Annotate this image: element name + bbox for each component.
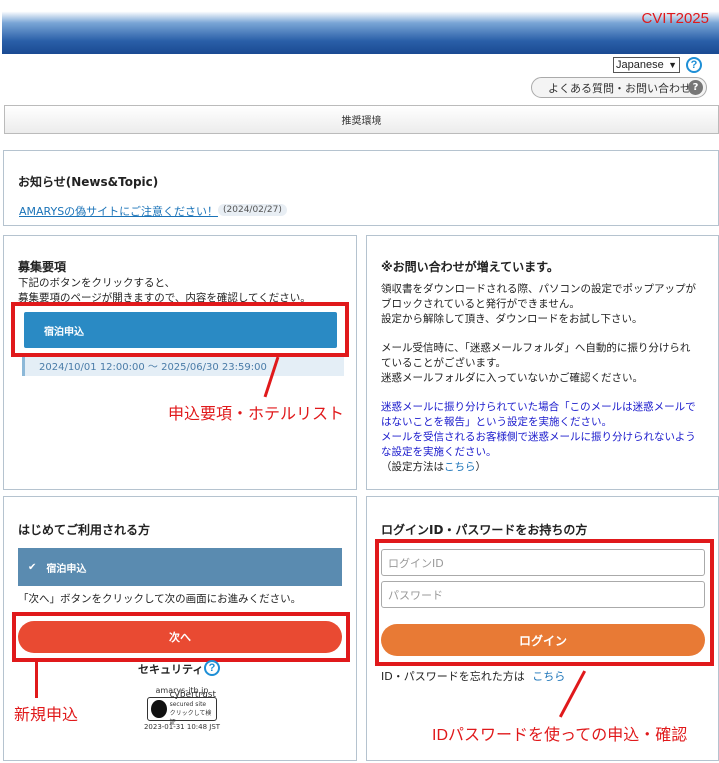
question-icon: ? [688, 80, 703, 95]
language-value: Japanese [616, 59, 664, 71]
security-text: セキュリティ [138, 663, 204, 676]
annotation-box-login [375, 539, 714, 666]
seal-logo-icon [151, 700, 167, 718]
notice-p2-line-3: 迷惑メールフォルダに入っていないかご確認ください。 [381, 372, 643, 384]
notice-title: ※お問い合わせが増えています。 [381, 260, 559, 274]
security-help-icon[interactable]: ? [204, 660, 220, 676]
recruit-panel: 募集要項 下記のボタンをクリックすると、 募集要項のページが開きますので、内容を… [3, 235, 357, 490]
recruit-desc-1: 下記のボタンをクリックすると、 [18, 277, 176, 289]
chevron-down-icon: ▼ [668, 60, 677, 70]
annotation-new: 新規申込 [14, 707, 79, 724]
first-time-title: はじめてご利用される方 [18, 523, 151, 537]
seal-sub: secured site [169, 701, 207, 708]
faq-label: よくある質問・お問い合わせ [548, 81, 691, 95]
recruit-period: 2024/10/01 12:00:00 ～ 2025/06/30 23:59:0… [22, 354, 344, 376]
news-title: お知らせ(News&Topic) [18, 175, 159, 189]
notice-how-suffix: ） [475, 461, 487, 473]
seal-name: cybertrust [169, 690, 216, 700]
env-label: 推奨環境 [341, 116, 382, 127]
notice-p1-line-2: ブロックされていると発行ができません。 [381, 298, 580, 310]
notice-panel: ※お問い合わせが増えています。 領収書をダウンロードされる際、パソコンの設定でポ… [366, 235, 719, 490]
annotation-login: IDパスワードを使っての申込・確認 [432, 727, 688, 744]
cybertrust-seal[interactable]: amarys-jtb.jp cybertrust secured site クリ… [142, 686, 222, 740]
accommodation-option[interactable]: ✔ 宿泊申込 [18, 548, 342, 586]
security-label: セキュリティ [138, 661, 203, 677]
recommended-env-bar[interactable]: 推奨環境 [4, 105, 719, 134]
news-link[interactable]: AMARYSの偽サイトにご注意ください！ [19, 203, 218, 219]
accommodation-option-label: 宿泊申込 [46, 563, 87, 575]
notice-p1-line-1: 領収書をダウンロードされる際、パソコンの設定でポップアップが [381, 283, 696, 295]
forgot-text: ID・パスワードを忘れた方は [381, 670, 525, 683]
annotation-box-recruit [11, 302, 349, 357]
notice-p2-line-1: メール受信時に、「迷惑メールフォルダ」へ自動的に振り分けられ [381, 342, 691, 354]
brand-label: CVIT2025 [641, 10, 709, 27]
header-banner: CVIT2025 [2, 2, 719, 54]
seal-badge: cybertrust secured site クリックして検証 [147, 691, 217, 726]
annotation-recruit: 申込要項・ホテルリスト [168, 406, 345, 423]
seal-time: 2023-01-31 10:48 JST [143, 723, 221, 731]
notice-p3-line-3: メールを受信されるお客様側で迷惑メールに振り分けられないよう [381, 431, 696, 443]
notice-how: （設定方法はこちら） [381, 460, 486, 475]
recruit-period-text: 2024/10/01 12:00:00 ～ 2025/06/30 23:59:0… [39, 361, 267, 373]
notice-p3-line-2: はないことを報告」という設定を実施ください。 [381, 416, 612, 428]
annotation-box-new [12, 612, 350, 662]
first-time-instruction: 「次へ」ボタンをクリックして次の画面にお進みください。 [18, 593, 302, 605]
forgot-link[interactable]: こちら [532, 670, 565, 683]
notice-p3-line-1: 迷惑メールに振り分けられていた場合「このメールは迷惑メールで [381, 401, 696, 413]
login-title: ログインID・パスワードをお持ちの方 [381, 523, 588, 537]
news-date: (2024/02/27) [218, 204, 287, 216]
notice-p2-line-2: ていることがございます。 [381, 357, 506, 369]
recruit-title: 募集要項 [18, 260, 67, 274]
faq-button[interactable]: よくある質問・お問い合わせ ? [531, 77, 707, 98]
check-icon: ✔ [28, 561, 37, 573]
notice-how-link[interactable]: こちら [444, 461, 476, 473]
annotation-line-new [35, 662, 38, 698]
notice-p3-line-4: な設定を実施ください。 [381, 446, 497, 458]
news-panel: お知らせ(News&Topic) AMARYSの偽サイトにご注意ください！ (2… [3, 150, 719, 226]
forgot-password: ID・パスワードを忘れた方は こちら [381, 669, 565, 684]
help-icon[interactable]: ? [686, 57, 702, 73]
language-select[interactable]: Japanese ▼ [613, 57, 680, 73]
notice-how-prefix: （設定方法は [381, 461, 444, 473]
notice-p1-line-3: 設定から解除して頂き、ダウンロードをお試し下さい。 [381, 313, 643, 325]
